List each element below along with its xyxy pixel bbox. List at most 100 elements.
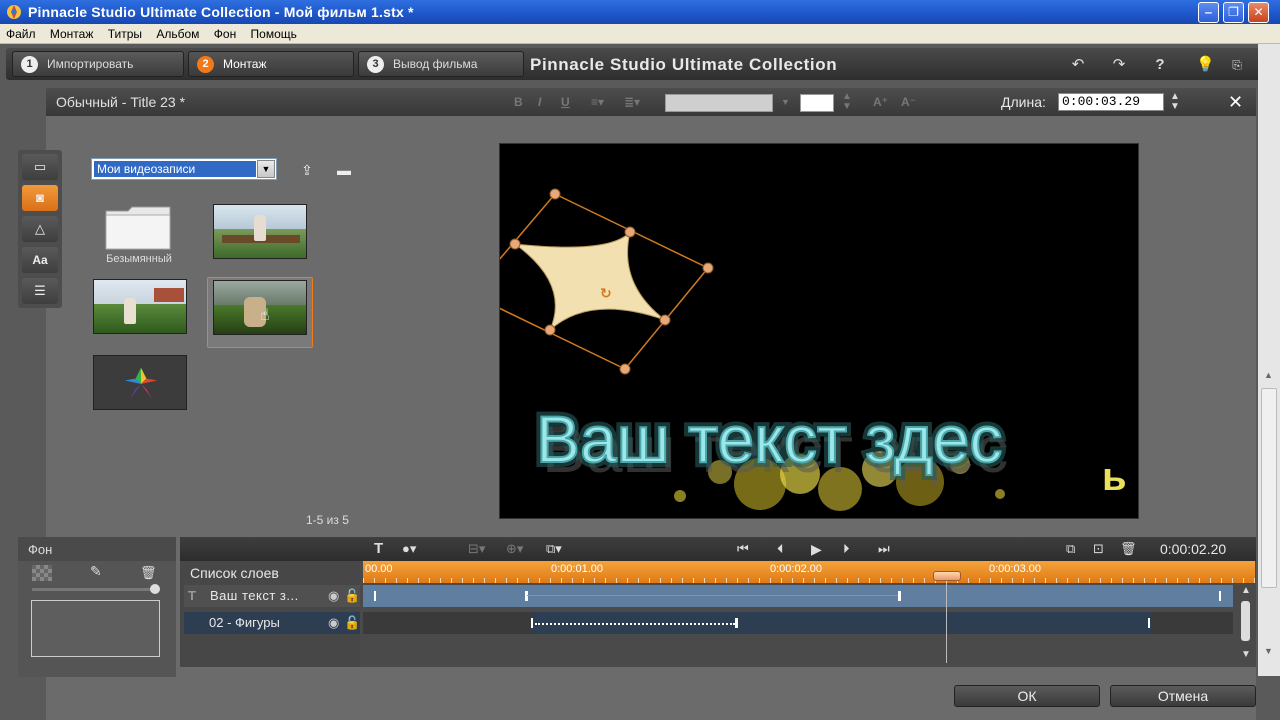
go-to-end-icon[interactable]: ⏭ (878, 541, 890, 557)
dialog-header: Обычный - Title 23 * B I U ≡▾ ≣▾ ▼ ▲ ▼ A⁺… (46, 88, 1256, 116)
star-shape[interactable]: ↻ (500, 188, 714, 375)
justify-icon[interactable]: ≣▾ (624, 95, 640, 109)
close-window-button[interactable]: ✕ (1248, 2, 1269, 23)
playhead-line (946, 583, 947, 663)
chevron-down-icon[interactable]: ▼ (257, 160, 275, 178)
playhead-handle[interactable] (933, 571, 961, 581)
ruler-label: 0:00:02.00 (770, 563, 822, 575)
play-icon[interactable]: ▶ (811, 541, 822, 558)
font-select[interactable] (665, 94, 773, 112)
group-layers-icon[interactable]: ⊕▾ (506, 541, 523, 557)
timeline-ruler[interactable]: 00.00 0:00:01.00 0:00:02.00 0:00:03.00 (363, 561, 1255, 583)
step-forward-icon[interactable]: ⏵ (843, 541, 850, 557)
folder-open-icon[interactable]: ▬ (333, 162, 355, 178)
photo-thumbnail[interactable]: ☝ (213, 280, 307, 335)
layer-row-text[interactable]: T Ваш текст з... ◉ 🔓 (184, 585, 360, 607)
transparent-bg-icon[interactable] (32, 565, 52, 581)
cancel-button[interactable]: Отмена (1110, 685, 1256, 707)
layer-list: Список слоев T Ваш текст з... ◉ 🔓 02 - Ф… (180, 561, 360, 667)
lightbulb-icon[interactable]: 💡 (1196, 56, 1215, 74)
layer-list-title: Список слоев (190, 565, 279, 581)
ok-button[interactable]: ОК (954, 685, 1100, 707)
window-scrollbar[interactable]: ▲ ▼ (1258, 44, 1280, 676)
undo-icon[interactable]: ↶ (1069, 56, 1087, 74)
folder-item-label: Безымянный (106, 253, 172, 265)
font-size-field[interactable] (800, 94, 834, 112)
minimize-button[interactable]: ‒ (1198, 2, 1219, 23)
bold-button[interactable]: B (514, 95, 523, 109)
photo-thumbnail[interactable] (93, 279, 187, 334)
layer-name: 02 - Фигуры (209, 615, 280, 630)
menu-background[interactable]: Фон (208, 24, 241, 41)
align-icon[interactable]: ≡▾ (591, 95, 604, 109)
length-field[interactable]: 0:00:03.29 (1058, 93, 1164, 111)
text-layer-icon: T (188, 588, 196, 603)
text-layer-track[interactable] (363, 585, 1233, 607)
step-label: Импортировать (47, 57, 134, 71)
timeline-scrollbar[interactable]: ▲ ▼ (1238, 583, 1254, 663)
add-text-icon[interactable]: T (374, 540, 383, 557)
chevron-down-icon[interactable]: ▼ (781, 97, 790, 107)
hand-cursor-icon: ☝ (260, 307, 270, 324)
close-icon[interactable]: ✕ (1228, 92, 1243, 113)
ruler-label: 0:00:01.00 (551, 563, 603, 575)
step-output-button[interactable]: 3 Вывод фильма (358, 51, 524, 77)
layer-row-shape[interactable]: 02 - Фигуры ◉ 🔓 (184, 612, 360, 634)
font-shrink-icon[interactable]: A⁻ (901, 95, 916, 109)
app-icon (7, 5, 21, 19)
help-icon[interactable]: ? (1151, 56, 1169, 74)
copy-icon[interactable]: ⧉ (1066, 541, 1075, 557)
menu-titles[interactable]: Титры (102, 24, 147, 41)
lock-icon[interactable]: 🔓 (344, 585, 360, 607)
title-preview-canvas[interactable]: Ваш текст здес Ваш текст здес Ваш текст … (499, 143, 1139, 519)
go-to-start-icon[interactable]: ⏮ (737, 541, 749, 557)
arrange-layers-icon[interactable]: ⧉▾ (546, 541, 562, 557)
menu-help[interactable]: Помощь (245, 24, 302, 41)
menu-file[interactable]: Файл (0, 24, 41, 41)
folder-select[interactable]: Мои видеозаписи ▼ (91, 158, 277, 180)
tab-video-icon[interactable]: ▭ (22, 154, 58, 180)
step-edit-button[interactable]: 2 Монтаж (188, 51, 354, 77)
keyframe-handle[interactable] (735, 618, 738, 628)
background-swatch[interactable] (31, 600, 160, 657)
shape-layer-track[interactable] (531, 612, 1151, 634)
folder-up-icon[interactable]: ⇪ (296, 162, 318, 178)
font-size-stepper-icon[interactable]: ▲ ▼ (842, 92, 852, 112)
trash-icon[interactable]: 🗑 (140, 565, 157, 581)
photo-thumbnail[interactable] (213, 204, 307, 259)
lock-icon[interactable]: 🔓 (344, 612, 360, 634)
tab-backgrounds-icon[interactable]: ☰ (22, 278, 58, 304)
menu-album[interactable]: Альбом (150, 24, 204, 41)
opacity-slider-handle[interactable] (150, 584, 160, 594)
add-shape-icon[interactable]: ●▾ (402, 541, 416, 557)
redo-icon[interactable]: ↷ (1110, 56, 1128, 74)
step-back-icon[interactable]: ⏴ (777, 541, 784, 557)
keyframe-handle[interactable] (898, 591, 901, 601)
camera-icon[interactable]: ⎘ (1228, 56, 1246, 74)
overflow-letter: ь (1102, 455, 1127, 499)
pinnacle-logo-thumbnail[interactable] (93, 355, 187, 410)
menu-edit[interactable]: Монтаж (44, 24, 99, 41)
length-stepper-icon[interactable]: ▲ ▼ (1170, 92, 1180, 112)
fit-icon[interactable]: ⊡ (1093, 541, 1104, 557)
tab-text-icon[interactable]: Aa (22, 247, 58, 273)
preview-title-text[interactable]: Ваш текст здес (535, 401, 1003, 477)
step-import-button[interactable]: 1 Импортировать (12, 51, 184, 77)
align-layers-icon[interactable]: ⊟▾ (468, 541, 485, 557)
pinnacle-logo-icon (124, 367, 158, 399)
tab-shapes-icon[interactable]: △ (22, 216, 58, 242)
italic-button[interactable]: I (538, 95, 541, 109)
trash-icon[interactable]: 🗑 (1120, 541, 1137, 557)
step-navbar: 1 Импортировать 2 Монтаж 3 Вывод фильма … (6, 48, 1274, 80)
maximize-button[interactable]: ❐ (1223, 2, 1244, 23)
window-titlebar: Pinnacle Studio Ultimate Collection - Мо… (0, 0, 1280, 24)
eyedropper-icon[interactable]: ✎ (90, 563, 102, 580)
dialog-title: Обычный - Title 23 * (56, 94, 186, 110)
font-grow-icon[interactable]: A⁺ (873, 95, 888, 109)
tab-photo-icon[interactable]: ◙ (22, 185, 58, 211)
eye-icon[interactable]: ◉ (328, 612, 339, 634)
keyframe-handle[interactable] (525, 591, 528, 601)
eye-icon[interactable]: ◉ (328, 585, 339, 607)
underline-button[interactable]: U (561, 95, 570, 109)
folder-icon[interactable] (104, 203, 172, 251)
